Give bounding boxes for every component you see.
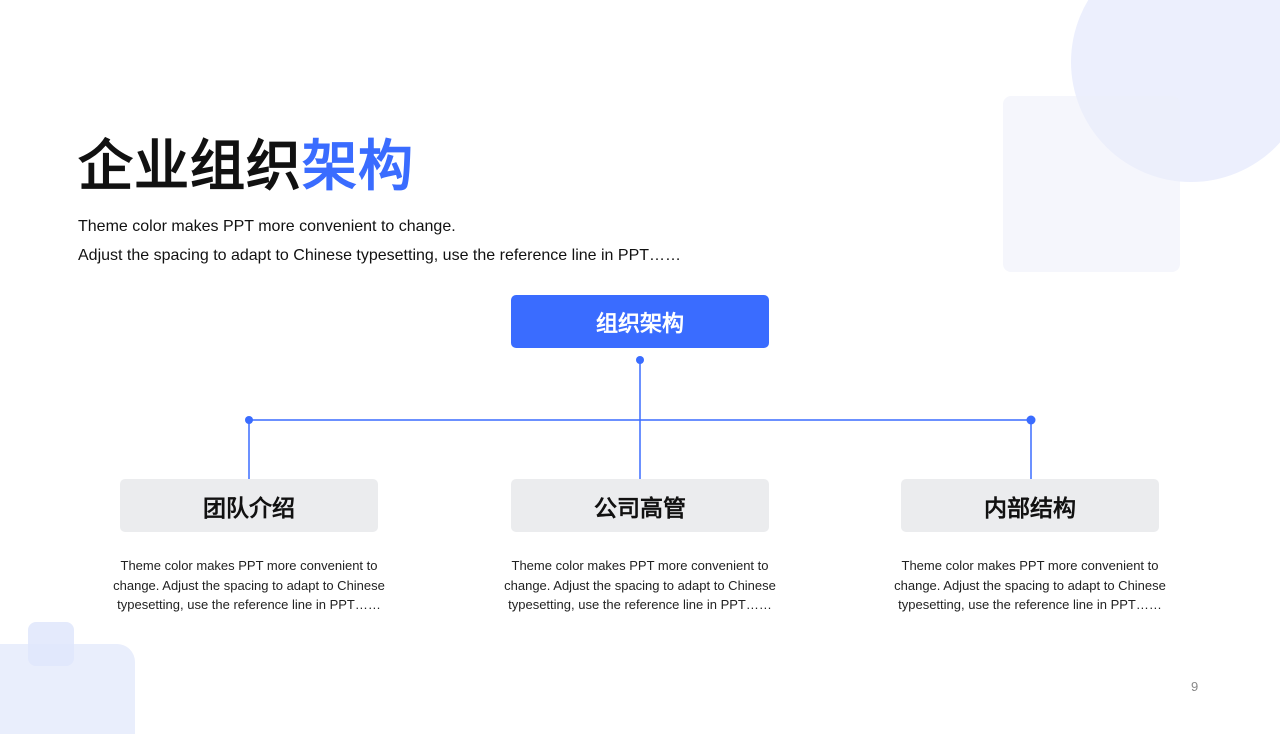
page-number: 9 — [1191, 679, 1199, 694]
org-node-team-intro: 团队介绍 — [120, 479, 378, 532]
node-description-executives: Theme color makes PPT more convenient to… — [504, 558, 776, 612]
org-node-executives: 公司高管 — [511, 479, 769, 532]
left-branch-dot — [245, 416, 253, 424]
root-connector-dot — [636, 356, 644, 364]
node-description-internal-structure: Theme color makes PPT more convenient to… — [894, 558, 1166, 612]
right-branch-dot — [1026, 415, 1036, 425]
org-root-node: 组织架构 — [511, 295, 769, 348]
org-node-internal-structure: 内部结构 — [901, 479, 1159, 532]
node-description-team-intro: Theme color makes PPT more convenient to… — [113, 558, 385, 612]
